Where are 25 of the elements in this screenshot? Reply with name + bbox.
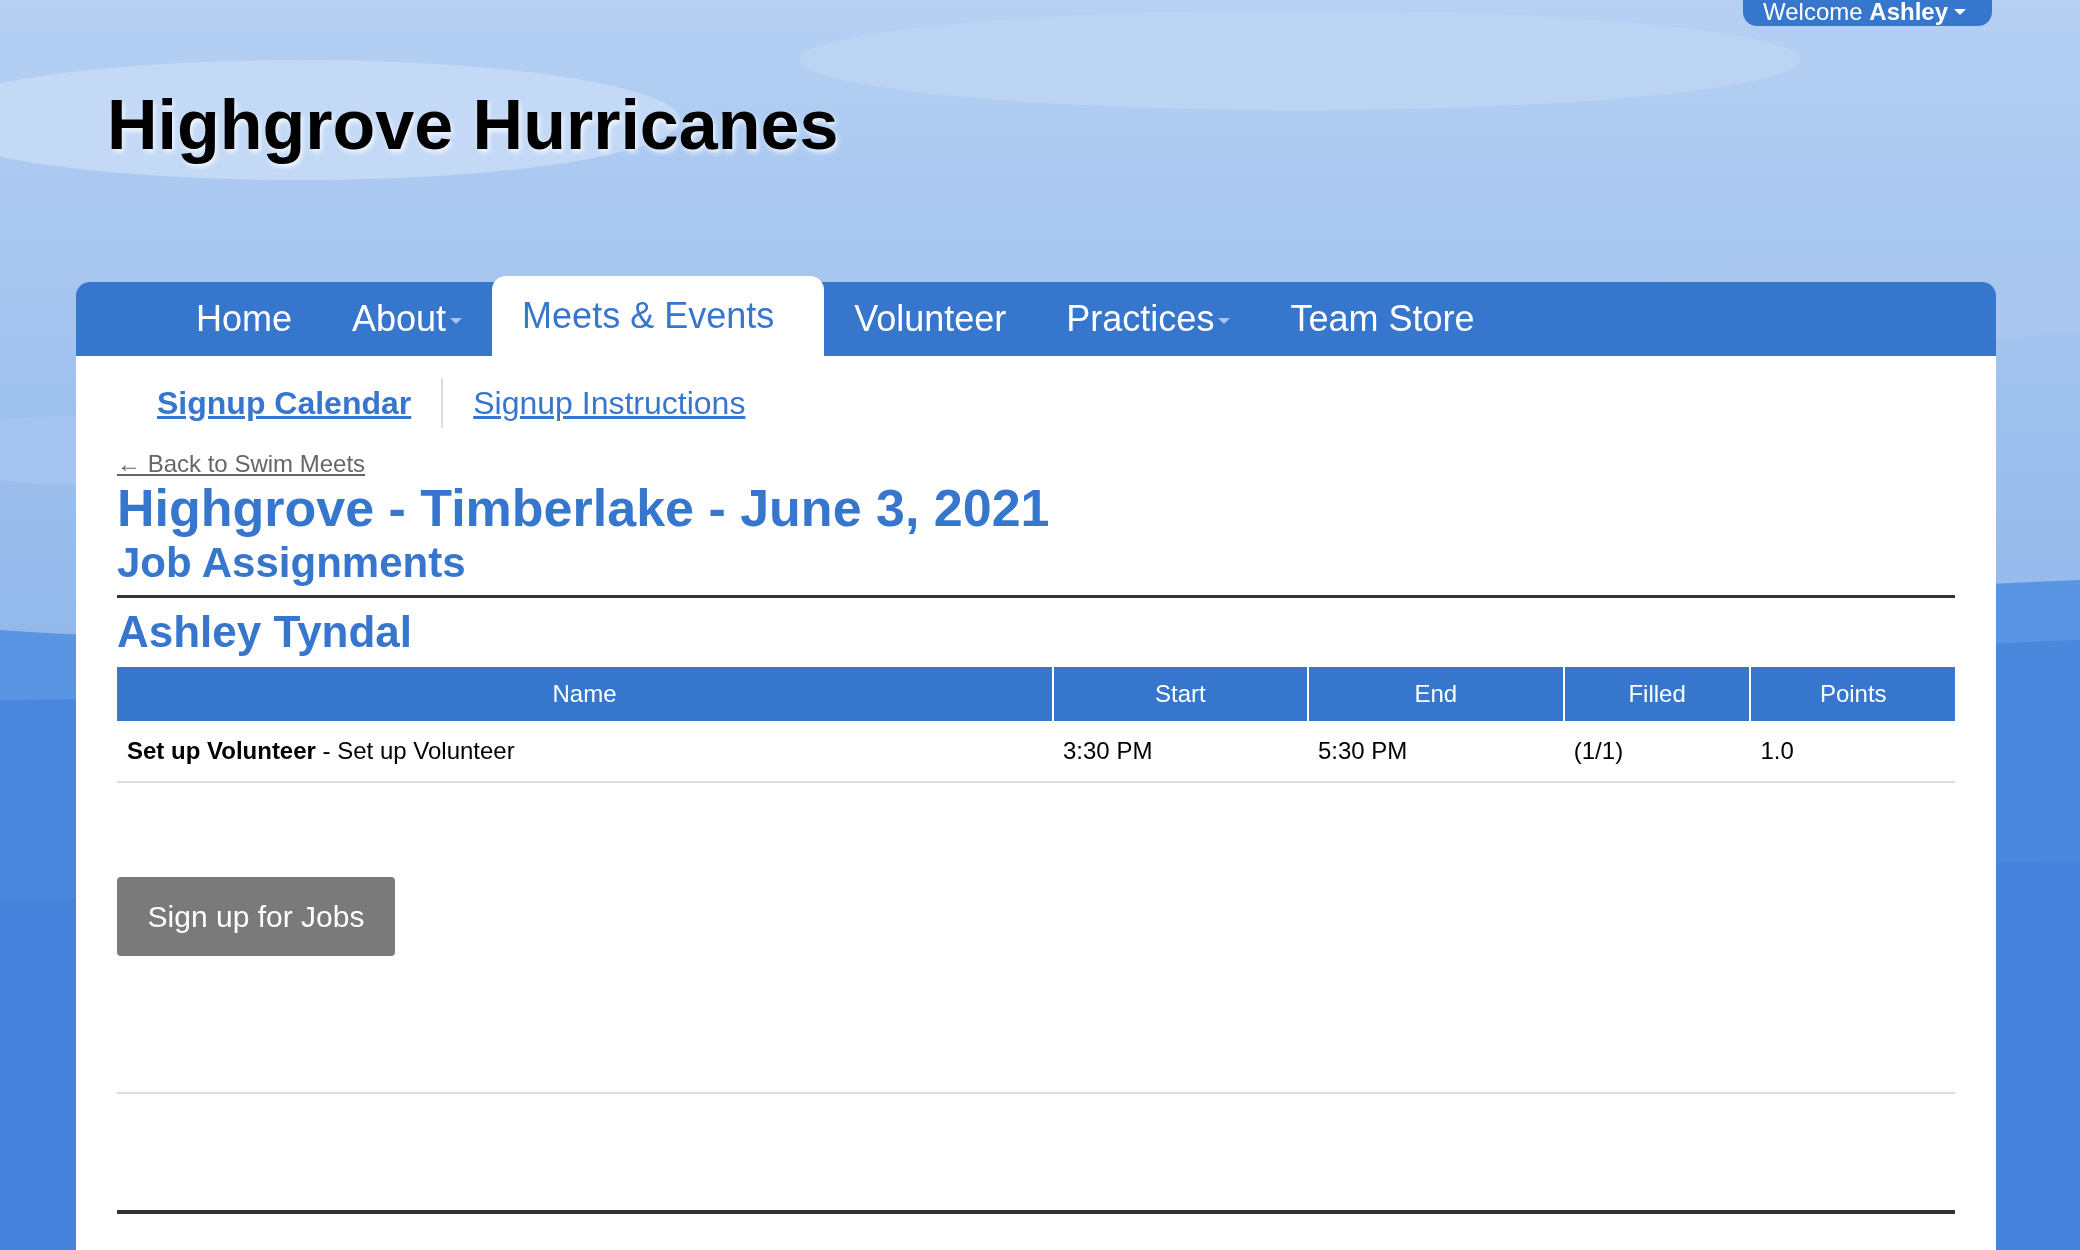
table-cell: (1/1) xyxy=(1563,721,1751,783)
nav-tab[interactable]: About xyxy=(322,282,493,356)
column-header: Points xyxy=(1750,667,1955,722)
column-header: Filled xyxy=(1563,667,1751,722)
nav-tab[interactable]: Meets & Events xyxy=(492,276,825,356)
back-link[interactable]: ← Back to Swim Meets xyxy=(117,450,366,478)
nav-tab[interactable]: Team Store xyxy=(1260,282,1505,356)
user-menu-button[interactable]: Welcome Ashley xyxy=(1743,0,1992,26)
column-header: Start xyxy=(1053,667,1308,722)
event-title: Highgrove - Timberlake - June 3, 2021 xyxy=(117,480,1051,538)
nav-tab[interactable]: Volunteer xyxy=(824,282,1037,356)
column-header: Name xyxy=(117,667,1053,722)
table-cell: 3:30 PM xyxy=(1053,721,1308,783)
nav-tab[interactable]: Home xyxy=(166,282,323,356)
caret-icon xyxy=(1954,9,1966,15)
table-cell: Set up Volunteer - Set up Volunteer xyxy=(117,721,1053,783)
column-header: End xyxy=(1307,667,1564,722)
subnav-link[interactable]: Signup Instructions xyxy=(473,384,776,422)
nav-tab[interactable]: Practices xyxy=(1036,282,1261,356)
person-name: Ashley Tyndal xyxy=(117,606,414,659)
section-title: Job Assignments xyxy=(117,539,467,588)
table-cell: 1.0 xyxy=(1750,721,1955,783)
table-cell: 5:30 PM xyxy=(1307,721,1564,783)
sign-up-button[interactable]: Sign up for Jobs xyxy=(117,877,395,957)
subnav-link[interactable]: Signup Calendar xyxy=(157,384,442,422)
